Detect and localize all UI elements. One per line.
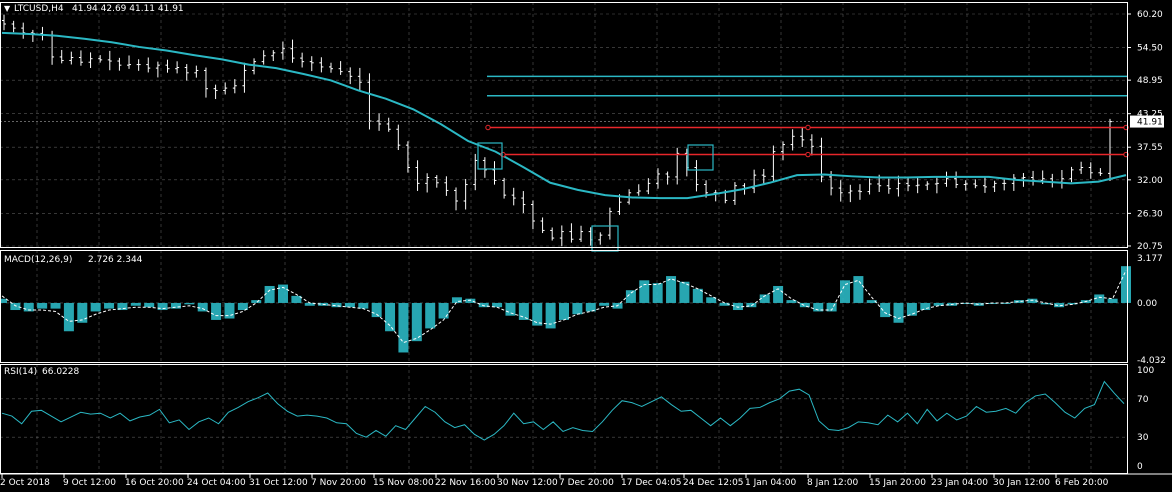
- macd-histogram-bar[interactable]: [451, 297, 462, 303]
- macd-histogram-bar[interactable]: [104, 302, 115, 309]
- macd-histogram-bar[interactable]: [518, 302, 529, 320]
- price-tick-label: 37.55: [1137, 143, 1163, 153]
- time-tick-label: 7 Dec 20:00: [559, 478, 614, 488]
- price-tick-label: 48.95: [1137, 76, 1163, 86]
- line-anchor-handle[interactable]: [805, 124, 811, 131]
- price-tick-label: 32.00: [1137, 176, 1163, 186]
- grid-lines: [0, 2, 1128, 473]
- macd-histogram-bar[interactable]: [63, 302, 74, 332]
- macd-histogram-bar[interactable]: [893, 302, 904, 323]
- macd-values: 2.726 2.344: [88, 255, 143, 265]
- macd-histogram-bar[interactable]: [906, 302, 917, 316]
- macd-histogram-bar[interactable]: [920, 302, 931, 311]
- time-tick-label: 24 Oct 04:00: [187, 478, 246, 488]
- macd-histogram-bar[interactable]: [505, 302, 516, 316]
- macd-histogram-bar[interactable]: [639, 280, 650, 303]
- rsi-value: 66.0228: [42, 367, 79, 377]
- rsi-tick-label: 100: [1137, 366, 1154, 376]
- time-tick-label: 9 Oct 12:00: [63, 478, 116, 488]
- macd-histogram-bar[interactable]: [465, 298, 476, 303]
- macd-histogram-bar[interactable]: [264, 285, 275, 303]
- macd-histogram-bar[interactable]: [853, 276, 864, 303]
- macd-histogram-bar[interactable]: [130, 302, 141, 306]
- macd-histogram-bar[interactable]: [144, 302, 155, 308]
- ohlc-values: 41.94 42.69 41.11 41.91: [72, 4, 184, 14]
- macd-histogram-bar[interactable]: [572, 302, 583, 315]
- macd-histogram-bar[interactable]: [425, 302, 436, 329]
- time-tick-label: 16 Oct 20:00: [125, 478, 184, 488]
- macd-histogram-bar[interactable]: [411, 302, 422, 342]
- macd-histogram-bar[interactable]: [90, 302, 101, 312]
- time-tick-label: 15 Jan 20:00: [869, 478, 926, 488]
- time-tick-label: 30 Jan 12:00: [993, 478, 1050, 488]
- macd-histogram-bar[interactable]: [197, 302, 208, 312]
- time-tick-label: 6 Feb 20:00: [1055, 478, 1109, 488]
- price-tick-label: 26.30: [1137, 209, 1163, 219]
- highlight-box[interactable]: [687, 144, 714, 171]
- macd-histogram-bar[interactable]: [532, 302, 543, 326]
- macd-histogram-bar[interactable]: [344, 302, 355, 308]
- line-anchor-handle[interactable]: [485, 124, 491, 131]
- time-tick-label: 1 Jan 04:00: [745, 478, 797, 488]
- macd-histogram-bar[interactable]: [385, 302, 396, 332]
- panel-border: [0, 2, 1128, 248]
- macd-histogram-bar[interactable]: [211, 302, 222, 320]
- rsi-title: RSI(14): [4, 367, 37, 377]
- price-tick-label: 60.20: [1137, 10, 1163, 20]
- macd-histogram-bar[interactable]: [1121, 266, 1131, 303]
- macd-tick-label: -4.032: [1137, 356, 1166, 366]
- symbol-label: LTCUSD,H4: [14, 4, 64, 14]
- current-price-label: 41.91: [1137, 118, 1163, 128]
- macd-histogram-bar[interactable]: [157, 302, 168, 311]
- time-tick-label: 17 Dec 04:05: [621, 478, 682, 488]
- time-tick-label: 31 Oct 12:00: [249, 478, 308, 488]
- line-anchor-handle[interactable]: [805, 151, 811, 158]
- macd-histogram-bar[interactable]: [880, 302, 891, 318]
- macd-histogram-bar[interactable]: [50, 302, 61, 309]
- time-tick-label: 2 Oct 2018: [0, 478, 50, 488]
- price-tick-label: 54.50: [1137, 44, 1163, 54]
- macd-histogram-bar[interactable]: [438, 302, 449, 319]
- macd-histogram-bar[interactable]: [559, 302, 569, 320]
- time-tick-label: 22 Nov 16:00: [435, 478, 496, 488]
- rsi-panel[interactable]: [1, 380, 1125, 441]
- rsi-tick-label: 70: [1137, 395, 1149, 405]
- moving-average-line[interactable]: [1, 31, 1127, 200]
- macd-histogram-bar[interactable]: [1107, 298, 1118, 303]
- macd-histogram-bar[interactable]: [398, 302, 409, 353]
- panel-frames: [0, 2, 1172, 475]
- axis-labels: 60.2054.5048.9543.2537.5532.0026.3020.75…: [0, 10, 1166, 488]
- time-tick-label: 30 Nov 12:00: [497, 478, 558, 488]
- price-panel[interactable]: [0, 14, 1129, 252]
- time-tick-label: 23 Jan 04:00: [931, 478, 988, 488]
- macd-panel[interactable]: [0, 266, 1131, 353]
- time-tick-label: 8 Jan 12:00: [807, 478, 859, 488]
- price-tick-label: 20.75: [1137, 242, 1163, 252]
- time-tick-label: 7 Nov 20:00: [311, 478, 366, 488]
- macd-histogram-bar[interactable]: [599, 302, 610, 306]
- collapse-arrow-icon[interactable]: ▼: [4, 4, 11, 13]
- macd-histogram-bar[interactable]: [251, 300, 262, 303]
- header: ▼ LTCUSD,H4 41.94 42.69 41.11 41.91 MACD…: [4, 4, 184, 377]
- rsi-tick-label: 0: [1137, 462, 1143, 472]
- macd-histogram-bar[interactable]: [184, 302, 195, 305]
- macd-tick-label: 0.00: [1137, 299, 1157, 309]
- chart-canvas: 60.2054.5048.9543.2537.5532.0026.3020.75…: [0, 2, 1172, 488]
- macd-title: MACD(12,26,9): [4, 255, 72, 265]
- macd-histogram-bar[interactable]: [170, 302, 181, 309]
- rsi-tick-label: 30: [1137, 433, 1149, 443]
- macd-histogram-bar[interactable]: [37, 302, 48, 309]
- rsi-line[interactable]: [1, 380, 1125, 441]
- time-tick-label: 24 Dec 12:05: [683, 478, 744, 488]
- macd-histogram-bar[interactable]: [652, 283, 663, 303]
- macd-tick-label: 3.177: [1137, 254, 1163, 264]
- time-tick-label: 15 Nov 08:00: [373, 478, 434, 488]
- macd-histogram-bar[interactable]: [371, 302, 382, 318]
